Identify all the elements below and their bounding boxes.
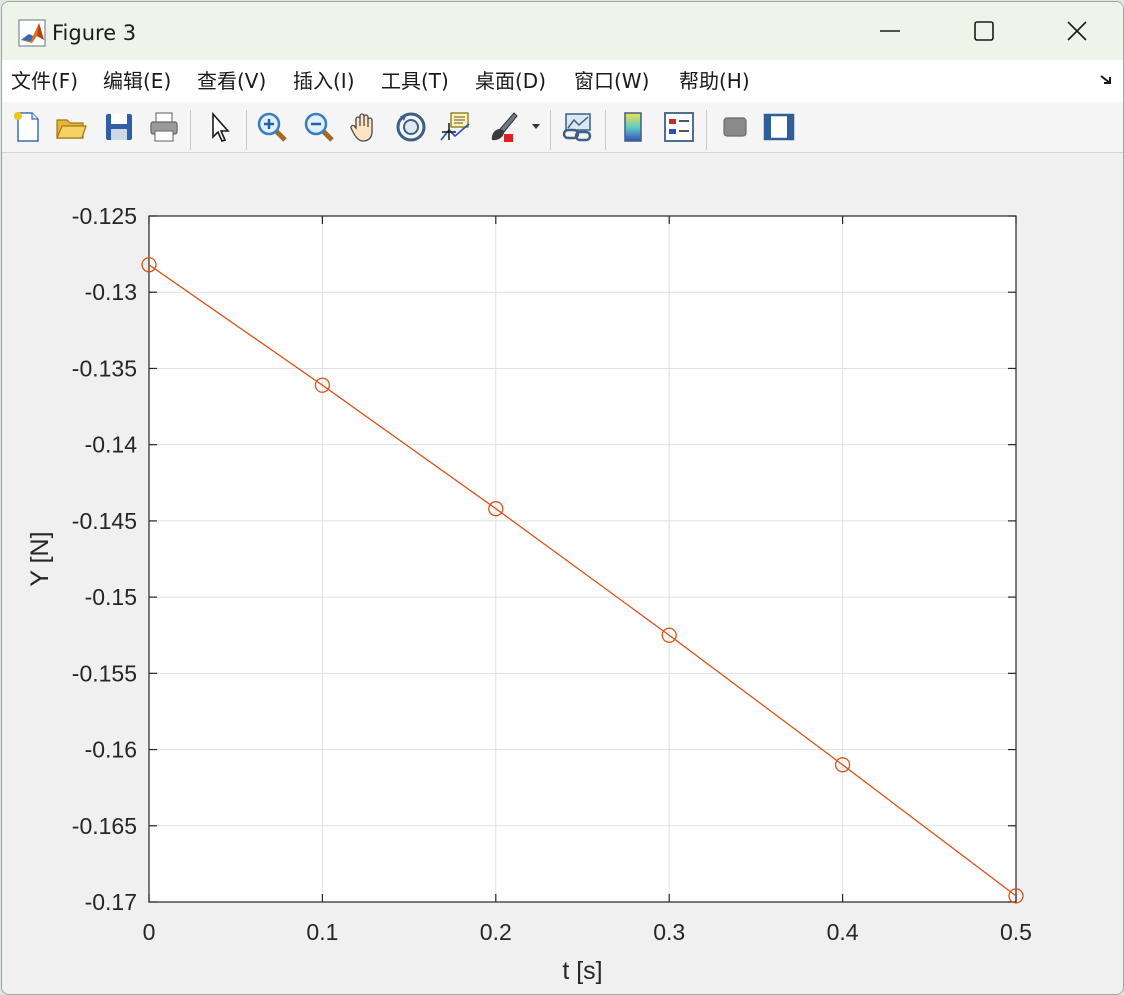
legend-icon[interactable] — [662, 110, 696, 144]
data-cursor-icon[interactable] — [439, 110, 473, 144]
y-tick-label: -0.145 — [72, 508, 137, 534]
show-plot-tools-icon[interactable] — [762, 110, 796, 144]
toolbar-separator — [246, 110, 247, 150]
rotate-3d-icon[interactable] — [394, 110, 428, 144]
toolbar-separator — [706, 110, 707, 150]
window-title: Figure 3 — [52, 21, 137, 45]
dock-arrow-icon[interactable] — [1099, 72, 1115, 88]
x-tick-label: 0.2 — [480, 919, 512, 945]
x-tick-label: 0.4 — [827, 919, 859, 945]
y-tick-label: -0.17 — [85, 889, 137, 915]
menu-insert[interactable]: 插入(I) — [293, 68, 355, 94]
y-tick-label: -0.165 — [72, 813, 137, 839]
colorbar-icon[interactable] — [616, 110, 650, 144]
toolbar-separator — [190, 110, 191, 150]
menu-bar: 文件(F) 编辑(E) 查看(V) 插入(I) 工具(T) 桌面(D) 窗口(W… — [2, 60, 1123, 103]
close-icon — [1067, 21, 1087, 41]
figure-toolbar — [2, 102, 1123, 153]
toolbar-separator — [605, 110, 606, 150]
matlab-logo-icon — [18, 19, 46, 47]
print-icon[interactable] — [147, 110, 181, 144]
menu-help[interactable]: 帮助(H) — [679, 68, 750, 94]
brush-dropdown-icon[interactable] — [528, 110, 544, 144]
y-tick-label: -0.125 — [72, 203, 137, 229]
line-chart[interactable]: 0 0.1 0.2 0.3 0.4 0.5 -0.125 -0.13 -0.135 -0.14 -0… — [2, 153, 1123, 994]
zoom-out-icon[interactable] — [302, 110, 336, 144]
x-tick-label: 0.1 — [306, 919, 338, 945]
menu-file[interactable]: 文件(F) — [11, 68, 78, 94]
pan-hand-icon[interactable] — [348, 110, 382, 144]
menu-desktop[interactable]: 桌面(D) — [475, 68, 546, 94]
zoom-in-icon[interactable] — [255, 110, 289, 144]
y-axis-label: Y [N] — [26, 531, 54, 586]
x-tick-label: 0 — [143, 919, 156, 945]
x-tick-label: 0.5 — [1000, 919, 1032, 945]
save-icon[interactable] — [102, 110, 136, 144]
figure-window: Figure 3 文件(F) 编辑(E) 查看(V) 插入(I) 工具(T) 桌… — [1, 1, 1124, 995]
y-tick-label: -0.16 — [85, 737, 137, 763]
open-folder-icon[interactable] — [54, 110, 88, 144]
link-plot-icon[interactable] — [561, 110, 595, 144]
edit-pointer-icon[interactable] — [204, 110, 238, 144]
toolbar-separator — [550, 110, 551, 150]
figure-canvas: 0 0.1 0.2 0.3 0.4 0.5 -0.125 -0.13 -0.135 -0.14 -0… — [2, 153, 1123, 994]
maximize-button[interactable] — [938, 2, 1030, 60]
menu-window[interactable]: 窗口(W) — [574, 68, 649, 94]
new-figure-icon[interactable] — [10, 110, 44, 144]
hide-plot-tools-icon[interactable] — [718, 110, 752, 144]
menu-tools[interactable]: 工具(T) — [381, 68, 449, 94]
x-axis-label: t [s] — [562, 957, 602, 985]
y-tick-label: -0.15 — [85, 584, 137, 610]
menu-edit[interactable]: 编辑(E) — [103, 68, 171, 94]
plot-area — [149, 216, 1016, 902]
minimize-icon — [880, 30, 900, 32]
close-button[interactable] — [1031, 2, 1123, 60]
y-tick-label: -0.155 — [72, 660, 137, 686]
y-tick-label: -0.13 — [85, 279, 137, 305]
title-bar: Figure 3 — [2, 2, 1123, 60]
x-tick-label: 0.3 — [653, 919, 685, 945]
maximize-icon — [974, 21, 994, 41]
minimize-button[interactable] — [844, 2, 936, 60]
y-tick-label: -0.135 — [72, 355, 137, 381]
menu-view[interactable]: 查看(V) — [197, 68, 266, 94]
brush-icon[interactable] — [486, 110, 520, 144]
y-tick-label: -0.14 — [85, 432, 138, 458]
